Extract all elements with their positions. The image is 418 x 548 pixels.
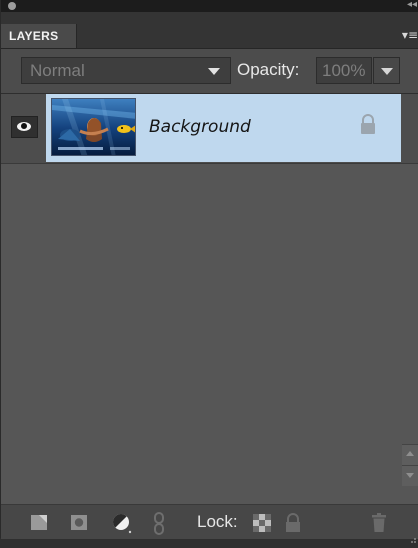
layer-item-selected[interactable]: Background — [46, 94, 401, 162]
chevron-down-icon — [381, 68, 393, 75]
layer-row-background[interactable]: Background — [1, 94, 418, 164]
lock-icon — [358, 113, 378, 135]
layer-thumbnail — [51, 98, 136, 156]
new-layer-icon[interactable] — [29, 512, 49, 532]
close-dot-icon[interactable] — [8, 2, 16, 10]
opacity-label: Opacity: — [237, 60, 300, 79]
eye-icon — [17, 122, 31, 131]
layers-toolbar: Lock: — [1, 504, 418, 543]
panel-menu-icon[interactable]: ▾≡ — [402, 28, 418, 42]
layer-options-bar: Normal Opacity: 100% — [1, 49, 418, 94]
arrow-up-icon — [406, 451, 414, 456]
lock-transparent-pixels-icon[interactable] — [253, 514, 273, 534]
layers-panel: ◂◂ LAYERS ▾≡ Normal Opacity: 100% Backgr… — [0, 0, 418, 543]
underwater-thumbnail-image — [52, 99, 135, 155]
layer-mask-icon[interactable] — [69, 512, 89, 532]
lock-label: Lock: — [197, 512, 238, 531]
blend-mode-dropdown[interactable]: Normal — [21, 57, 231, 84]
tab-layers[interactable]: LAYERS — [1, 24, 77, 48]
resize-grip-icon[interactable] — [409, 529, 417, 543]
opacity-slider-button[interactable] — [373, 57, 400, 84]
chevron-down-icon — [208, 68, 220, 75]
visibility-toggle[interactable] — [11, 116, 38, 138]
adjustment-layer-icon[interactable] — [111, 512, 132, 534]
collapse-arrows-icon[interactable]: ◂◂ — [407, 0, 417, 12]
opacity-input[interactable]: 100% — [316, 57, 372, 84]
layers-list[interactable]: Background — [1, 94, 418, 504]
vertical-scrollbar[interactable] — [402, 94, 418, 504]
layer-name[interactable]: Background — [149, 116, 251, 138]
scroll-down-button[interactable] — [402, 465, 418, 486]
scroll-up-button[interactable] — [402, 444, 418, 465]
link-layers-icon[interactable] — [153, 512, 173, 535]
panel-title-bar[interactable]: ◂◂ — [1, 0, 418, 12]
delete-layer-icon[interactable] — [369, 512, 389, 532]
blend-mode-value: Normal — [30, 61, 85, 80]
arrow-down-icon — [406, 473, 414, 478]
lock-all-icon[interactable] — [284, 512, 304, 532]
tab-bar: LAYERS ▾≡ — [1, 12, 418, 49]
